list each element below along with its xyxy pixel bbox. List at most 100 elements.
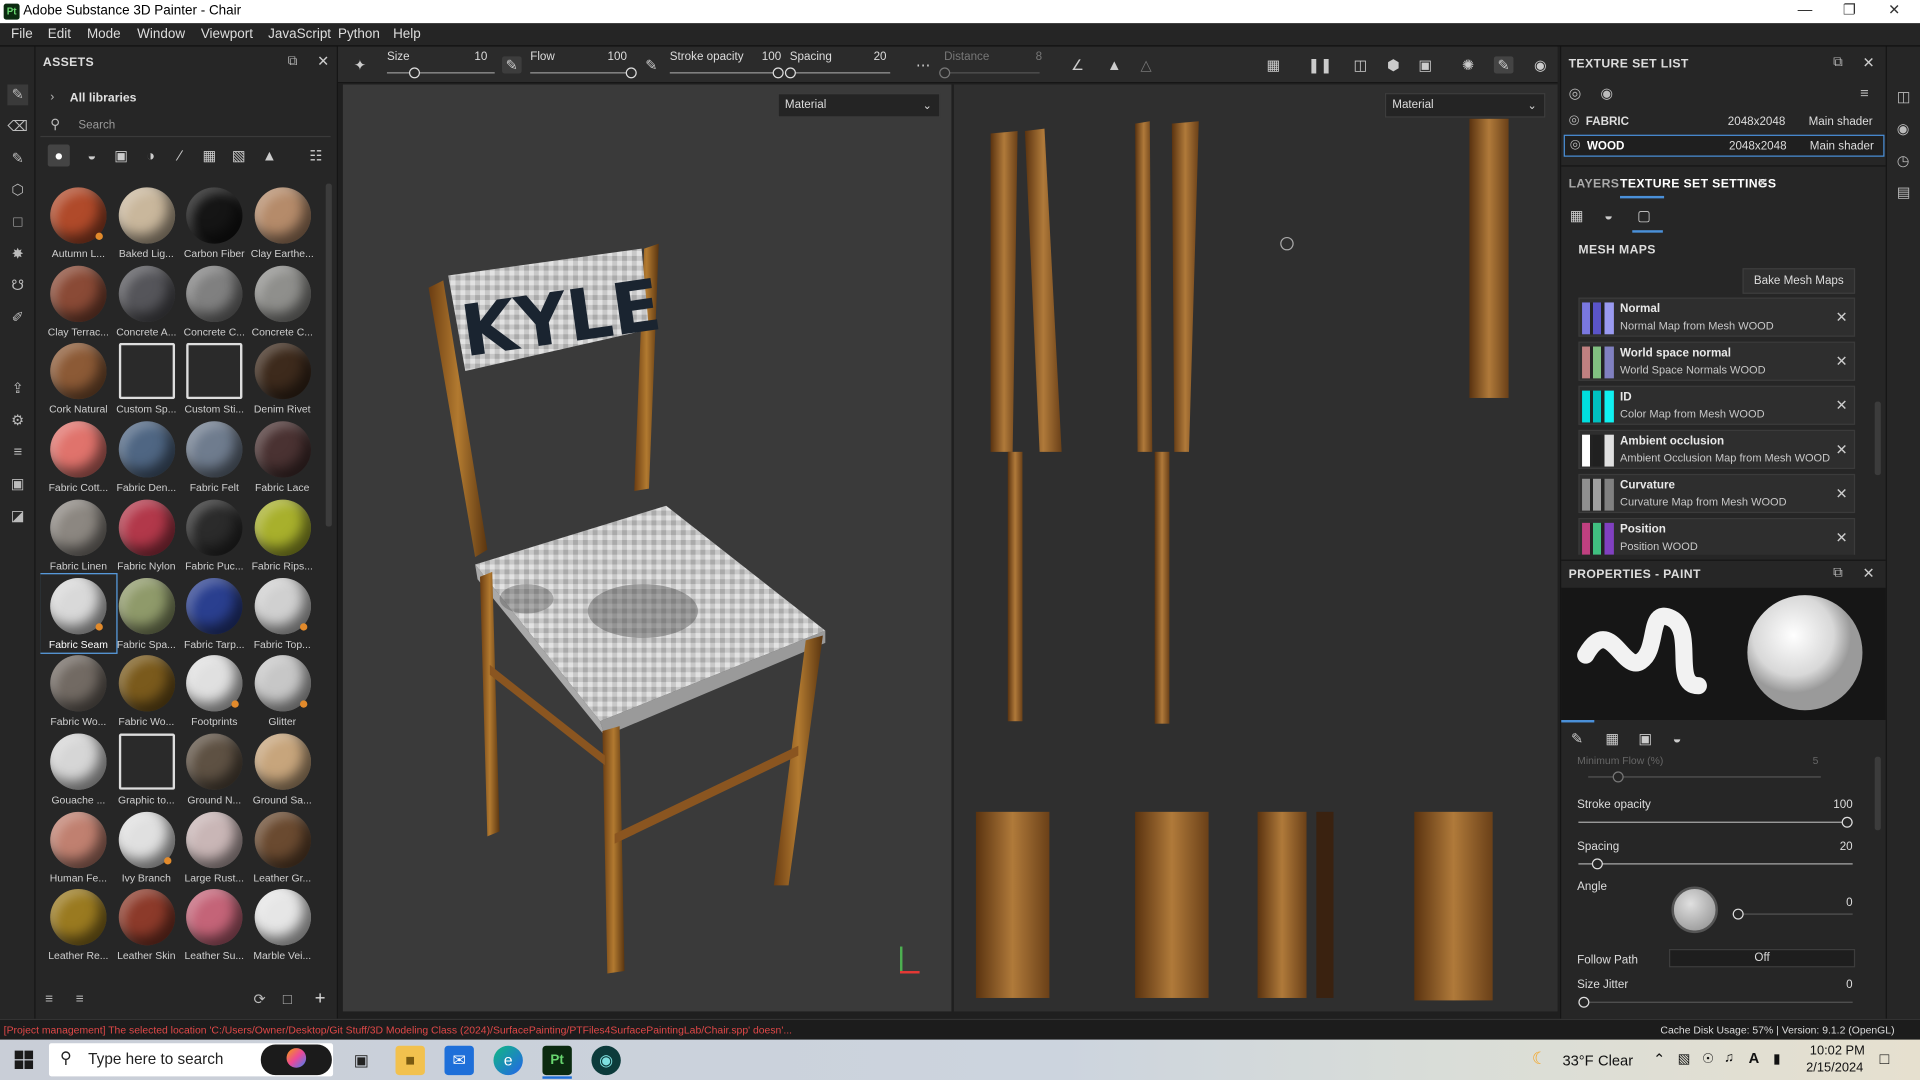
spacing-knob[interactable] <box>1591 858 1603 870</box>
stencil-icon[interactable]: ▣ <box>1638 730 1652 747</box>
texture-set-row[interactable]: ◎ FABRIC 2048x2048 Main shader <box>1564 111 1885 133</box>
pen-pressure-icon[interactable]: ✎ <box>502 56 522 74</box>
log-dock-icon[interactable]: ▤ <box>1897 184 1911 201</box>
mesh-map-row[interactable]: Curvature Curvature Map from Mesh WOOD ✕ <box>1578 473 1856 514</box>
close-panel-icon[interactable]: ✕ <box>317 53 329 70</box>
add-icon[interactable]: + <box>315 988 326 1009</box>
min-flow-value[interactable]: 5 <box>1806 754 1819 766</box>
split-view-icon[interactable]: ◫ <box>1351 56 1371 73</box>
paint-mode-icon[interactable]: ✎ <box>1493 56 1514 74</box>
menu-file[interactable]: File <box>11 27 33 42</box>
mesh-map-row[interactable]: World space normal World Space Normals WO… <box>1578 341 1856 381</box>
menu-python[interactable]: Python <box>338 27 380 42</box>
geometry-mask-icon[interactable]: ⬡ <box>7 180 28 201</box>
wifi-icon[interactable]: ☉ <box>1702 1051 1714 1067</box>
clock-date[interactable]: 2/15/2024 <box>1806 1060 1863 1075</box>
history-dock-icon[interactable]: ◷ <box>1897 152 1910 169</box>
list-view-icon[interactable]: ≡ <box>45 992 53 1007</box>
spacing-value[interactable]: 20 <box>862 50 887 63</box>
solo-icon[interactable]: ◉ <box>1600 84 1613 101</box>
eye-icon[interactable]: ◎ <box>1569 114 1580 127</box>
asset-thumbnail[interactable]: Baked Lig... <box>108 184 184 262</box>
tab-layers[interactable]: LAYERS <box>1569 178 1620 191</box>
eraser-icon[interactable]: ⌫ <box>7 116 28 137</box>
remove-map-icon[interactable]: ✕ <box>1835 353 1847 370</box>
chevron-right-icon[interactable]: › <box>50 91 54 104</box>
tray-chevron-up-icon[interactable]: ⌃ <box>1653 1051 1665 1068</box>
lighting-icon[interactable]: ✺ <box>1458 56 1478 73</box>
stroke-opacity-value[interactable]: 100 <box>1818 798 1852 811</box>
asset-thumbnail[interactable]: Fabric Wo... <box>40 652 116 730</box>
texture-set-shader[interactable]: Main shader <box>1809 115 1873 128</box>
mesh-map-row[interactable]: Position Position WOOD ✕ <box>1578 517 1856 555</box>
size-value[interactable]: 10 <box>463 50 487 63</box>
properties-scrollbar[interactable] <box>1874 756 1881 831</box>
app-icon[interactable]: ◉ <box>591 1045 621 1076</box>
texture-settings-icon[interactable]: ▦ <box>1570 207 1584 224</box>
min-flow-knob[interactable] <box>1612 771 1624 783</box>
environments-filter-icon[interactable]: ▲ <box>258 144 280 166</box>
stroke-opacity-knob[interactable] <box>1841 816 1853 828</box>
angle-knob[interactable] <box>1732 908 1744 920</box>
new-folder-icon[interactable]: □ <box>283 991 292 1008</box>
export-icon[interactable]: ⇪ <box>7 378 28 399</box>
mesh-map-row[interactable]: Normal Normal Map from Mesh WOOD ✕ <box>1578 297 1856 337</box>
alpha-icon[interactable]: ▦ <box>1605 730 1619 747</box>
smudge-icon[interactable]: ✸ <box>7 244 28 265</box>
asset-thumbnail[interactable]: Footprints <box>176 652 252 730</box>
tab-texture-set-settings[interactable]: TEXTURE SET SETTINGS <box>1620 178 1776 191</box>
asset-thumbnail[interactable]: Fabric Top... <box>244 574 320 652</box>
asset-thumbnail[interactable]: Clay Earthe... <box>244 184 320 262</box>
asset-thumbnail[interactable]: Denim Rivet <box>244 340 320 418</box>
menu-mode[interactable]: Mode <box>87 27 121 42</box>
asset-thumbnail[interactable]: Fabric Wo... <box>108 652 184 730</box>
masks-filter-icon[interactable]: ▣ <box>110 144 132 166</box>
uv-layout[interactable] <box>954 84 1558 1011</box>
paint-brush-icon[interactable]: ✎ <box>7 84 29 106</box>
assets-search[interactable]: ⚲ Search <box>40 113 331 138</box>
projection-icon[interactable]: ✎ <box>7 148 28 169</box>
distance-slider[interactable] <box>944 72 1040 74</box>
spacing-slider[interactable] <box>1578 863 1853 865</box>
remove-map-icon[interactable]: ✕ <box>1835 397 1847 414</box>
chair-model[interactable]: KYLE <box>343 84 952 1011</box>
asset-thumbnail[interactable]: Clay Terrac... <box>40 262 116 340</box>
size-slider[interactable] <box>386 72 495 74</box>
asset-thumbnail[interactable]: Human Fe... <box>40 808 116 886</box>
asset-thumbnail[interactable]: Ground Sa... <box>244 730 320 808</box>
flow-value[interactable]: 100 <box>600 50 627 63</box>
size-slider-knob[interactable] <box>408 67 421 79</box>
undock-icon[interactable]: ⧉ <box>1833 566 1843 582</box>
bake-icon[interactable]: ⚙ <box>7 410 28 431</box>
display-settings-icon[interactable]: ▣ <box>7 474 28 495</box>
asset-thumbnail[interactable]: Fabric Rips... <box>244 496 320 574</box>
render-icon[interactable]: ≡ <box>7 442 28 463</box>
asset-thumbnail[interactable]: Fabric Nylon <box>108 496 184 574</box>
asset-thumbnail[interactable]: Autumn L... <box>40 184 116 262</box>
taskbar-search-input[interactable]: Type here to search <box>88 1051 223 1068</box>
undock-icon[interactable]: ⧉ <box>1833 55 1843 71</box>
filters-icon[interactable]: ≡ <box>76 992 84 1007</box>
spacing-slider-knob[interactable] <box>784 67 796 79</box>
asset-thumbnail[interactable]: Cork Natural <box>40 340 116 418</box>
mesh-maps-icon[interactable]: ▢ <box>1637 207 1651 224</box>
3d-view-icon[interactable]: ⬢ <box>1384 56 1404 73</box>
weather-condition[interactable]: Clear <box>1598 1052 1633 1069</box>
tray-app-icon[interactable]: ▧ <box>1678 1051 1691 1067</box>
polygon-fill-icon[interactable]: □ <box>7 212 28 233</box>
asset-thumbnail[interactable]: Ivy Branch <box>108 808 184 886</box>
hide-icon[interactable]: ▦ <box>1264 56 1284 73</box>
asset-thumbnail[interactable]: Fabric Cott... <box>40 418 116 496</box>
shader-icon[interactable]: ◒ <box>1604 207 1613 224</box>
clock-time[interactable]: 10:02 PM <box>1810 1043 1865 1058</box>
alignment-icon[interactable]: ∠ <box>1068 56 1088 73</box>
material-icon[interactable]: ◒ <box>1673 730 1682 747</box>
taskbar-search[interactable]: ⚲ Type here to search <box>48 1043 334 1077</box>
asset-thumbnail[interactable]: Fabric Spa... <box>108 574 184 652</box>
menu-edit[interactable]: Edit <box>48 27 71 42</box>
asset-thumbnail[interactable]: Gouache ... <box>40 730 116 808</box>
close-panel-icon[interactable]: ✕ <box>1862 564 1874 581</box>
remove-map-icon[interactable]: ✕ <box>1835 309 1847 326</box>
asset-thumbnail[interactable]: Fabric Felt <box>176 418 252 496</box>
asset-thumbnail[interactable]: Large Rust... <box>176 808 252 886</box>
